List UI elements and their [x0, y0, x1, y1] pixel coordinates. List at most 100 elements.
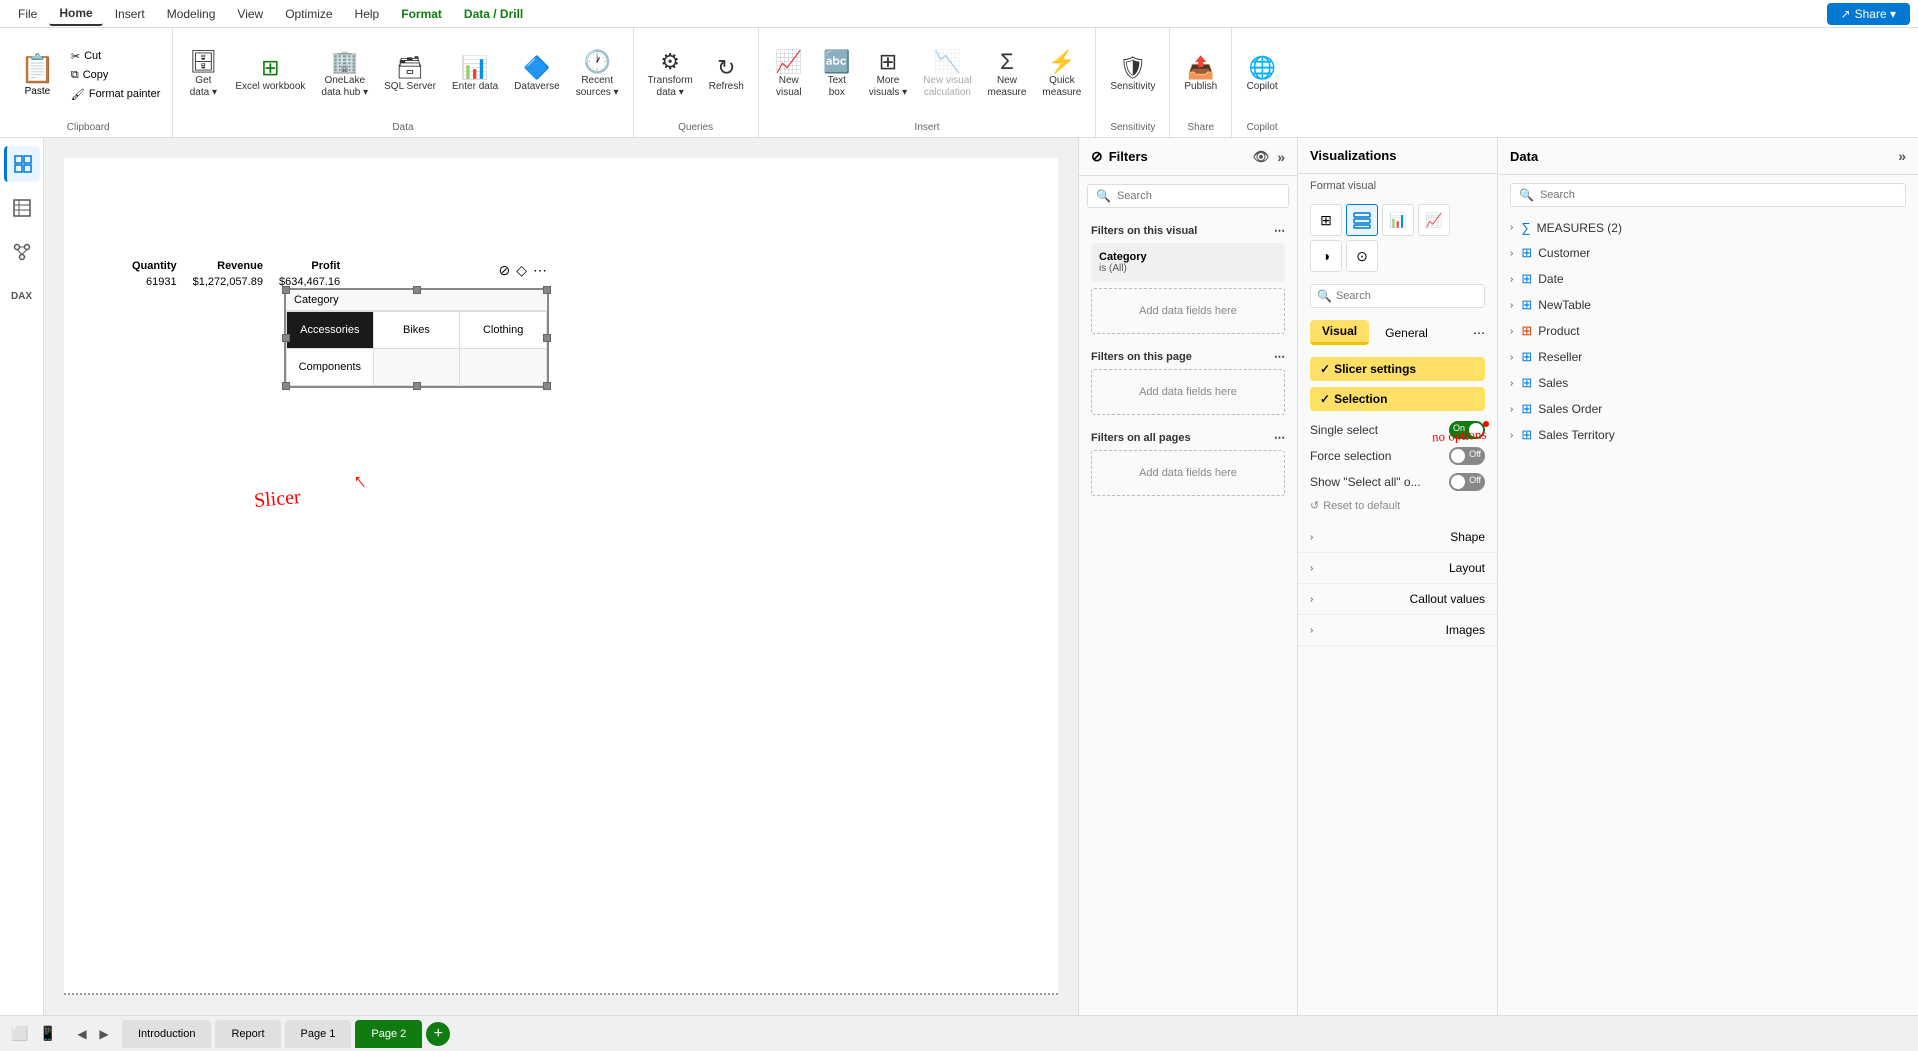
add-fields-visual[interactable]: Add data fields here — [1091, 288, 1285, 334]
model-view-icon[interactable] — [4, 234, 40, 270]
layout-section[interactable]: › Layout — [1298, 553, 1497, 584]
share-button[interactable]: ↗ Share ▾ — [1827, 3, 1910, 25]
excel-workbook-button[interactable]: ⊞ Excel workbook — [229, 53, 311, 97]
sql-server-button[interactable]: 🗃 SQL Server — [378, 53, 442, 97]
prev-page-arrow[interactable]: ◀ — [72, 1024, 92, 1044]
filter-eye-icon[interactable]: 👁 — [1253, 149, 1270, 165]
slicer-item-clothing[interactable]: Clothing — [460, 312, 546, 348]
show-select-all-toggle[interactable]: Off — [1449, 473, 1485, 491]
publish-button[interactable]: 📤 Publish — [1178, 53, 1223, 97]
reset-to-default-button[interactable]: ↺ Reset to default — [1310, 495, 1485, 516]
data-item-product[interactable]: › ⊞ Product — [1498, 318, 1918, 344]
new-visual-calc-button[interactable]: 📉 New visualcalculation — [917, 47, 977, 103]
cut-button[interactable]: ✂ Cut — [67, 48, 165, 65]
single-select-toggle[interactable]: On — [1449, 421, 1485, 439]
resize-handle-tl[interactable] — [282, 286, 290, 294]
paste-button[interactable]: 📋 Paste — [12, 48, 63, 102]
data-item-reseller[interactable]: › ⊞ Reseller — [1498, 344, 1918, 370]
force-selection-toggle[interactable]: Off — [1449, 447, 1485, 465]
resize-handle-ml[interactable] — [282, 334, 290, 342]
tab-more-icon[interactable]: ⋯ — [1473, 326, 1485, 340]
table-view-icon[interactable] — [4, 190, 40, 226]
data-item-sales-territory[interactable]: › ⊞ Sales Territory — [1498, 422, 1918, 448]
tab-visual[interactable]: Visual — [1310, 320, 1369, 345]
data-search-box[interactable]: 🔍 — [1510, 183, 1906, 207]
slicer-item-components[interactable]: Components — [287, 349, 373, 385]
filters-on-page-more[interactable]: ⋯ — [1274, 350, 1285, 363]
resize-handle-bm[interactable] — [413, 382, 421, 390]
filters-on-allpages-more[interactable]: ⋯ — [1274, 431, 1285, 444]
show-select-all-switch[interactable]: Off — [1449, 473, 1485, 491]
images-section[interactable]: › Images — [1298, 615, 1497, 646]
transform-data-button[interactable]: ⚙ Transformdata ▾ — [642, 47, 699, 103]
new-measure-button[interactable]: Σ Newmeasure — [982, 47, 1033, 103]
slicer-visual[interactable]: ⊘ ◇ ⋯ Category Accessories Bikes Clothin… — [284, 288, 549, 388]
get-data-button[interactable]: 🗄 Getdata ▾ — [181, 47, 225, 103]
slicer-item-accessories[interactable]: Accessories — [287, 312, 373, 348]
table-visual[interactable]: Quantity Revenue Profit 61931 $1,272,057… — [124, 258, 348, 290]
data-search-input[interactable] — [1540, 189, 1897, 201]
selection-header[interactable]: ✓ Selection — [1310, 387, 1485, 411]
viz-slicer-icon[interactable] — [1346, 204, 1378, 236]
more-options-icon[interactable]: ⋯ — [533, 262, 547, 279]
data-item-measures[interactable]: › ∑ MEASURES (2) — [1498, 215, 1918, 240]
filter-search-box[interactable]: 🔍 — [1087, 184, 1289, 208]
tab-page1[interactable]: Page 1 — [285, 1020, 352, 1048]
force-selection-switch[interactable]: Off — [1449, 447, 1485, 465]
resize-handle-tm[interactable] — [413, 286, 421, 294]
viz-pie-icon[interactable]: ◑ — [1310, 240, 1342, 272]
slicer-settings-header[interactable]: ✓ Slicer settings — [1310, 357, 1485, 381]
format-painter-button[interactable]: 🖌 Format painter — [67, 86, 165, 103]
dax-view-icon[interactable]: DAX — [4, 278, 40, 314]
mobile-view-icon[interactable]: 📱 — [36, 1022, 60, 1046]
viz-table-icon[interactable]: ⊞ — [1310, 204, 1342, 236]
menu-file[interactable]: File — [8, 3, 47, 25]
single-select-switch[interactable]: On — [1449, 421, 1485, 439]
resize-handle-tr[interactable] — [543, 286, 551, 294]
menu-modeling[interactable]: Modeling — [157, 3, 226, 25]
data-item-customer[interactable]: › ⊞ Customer — [1498, 240, 1918, 266]
add-fields-page[interactable]: Add data fields here — [1091, 369, 1285, 415]
sensitivity-button[interactable]: 🛡 Sensitivity — [1104, 53, 1161, 97]
filter-expand-icon[interactable]: » — [1277, 149, 1285, 165]
next-page-arrow[interactable]: ▶ — [94, 1024, 114, 1044]
viz-bar-icon[interactable]: 📊 — [1382, 204, 1414, 236]
data-item-sales[interactable]: › ⊞ Sales — [1498, 370, 1918, 396]
more-visuals-button[interactable]: ⊞ Morevisuals ▾ — [863, 47, 913, 103]
canvas-page[interactable]: Quantity Revenue Profit 61931 $1,272,057… — [64, 158, 1058, 995]
shape-section[interactable]: › Shape — [1298, 522, 1497, 553]
viz-line-icon[interactable]: 📈 — [1418, 204, 1450, 236]
menu-datadrill[interactable]: Data / Drill — [454, 3, 533, 25]
resize-handle-bl[interactable] — [282, 382, 290, 390]
tab-general[interactable]: General — [1373, 322, 1440, 344]
filter-search-input[interactable] — [1117, 190, 1280, 202]
menu-help[interactable]: Help — [345, 3, 390, 25]
recent-sources-button[interactable]: 🕐 Recentsources ▾ — [570, 47, 625, 103]
tab-introduction[interactable]: Introduction — [122, 1020, 211, 1048]
desktop-view-icon[interactable]: ⬜ — [8, 1022, 32, 1046]
viz-search-input[interactable] — [1336, 290, 1478, 302]
add-fields-all[interactable]: Add data fields here — [1091, 450, 1285, 496]
report-view-icon[interactable] — [4, 146, 40, 182]
dataverse-button[interactable]: 🔷 Dataverse — [508, 53, 566, 97]
callout-values-section[interactable]: › Callout values — [1298, 584, 1497, 615]
data-item-newtable[interactable]: › ⊞ NewTable — [1498, 292, 1918, 318]
focus-icon[interactable]: ◇ — [516, 262, 527, 279]
copy-button[interactable]: ⧉ Copy — [67, 67, 165, 84]
refresh-button[interactable]: ↻ Refresh — [703, 53, 750, 97]
quick-measure-button[interactable]: ⚡ Quickmeasure — [1036, 47, 1087, 103]
menu-optimize[interactable]: Optimize — [275, 3, 342, 25]
data-item-sales-order[interactable]: › ⊞ Sales Order — [1498, 396, 1918, 422]
data-item-date[interactable]: › ⊞ Date — [1498, 266, 1918, 292]
slicer-item-bikes[interactable]: Bikes — [374, 312, 460, 348]
resize-handle-mr[interactable] — [543, 334, 551, 342]
menu-home[interactable]: Home — [49, 2, 102, 26]
resize-handle-br[interactable] — [543, 382, 551, 390]
menu-insert[interactable]: Insert — [105, 3, 155, 25]
viz-search-box[interactable]: 🔍 — [1310, 284, 1485, 308]
new-visual-button[interactable]: 📈 Newvisual — [767, 47, 811, 103]
add-page-button[interactable]: + — [426, 1022, 450, 1046]
category-filter-card[interactable]: Category is (All) — [1091, 243, 1285, 282]
menu-format[interactable]: Format — [391, 3, 452, 25]
menu-view[interactable]: View — [227, 3, 273, 25]
